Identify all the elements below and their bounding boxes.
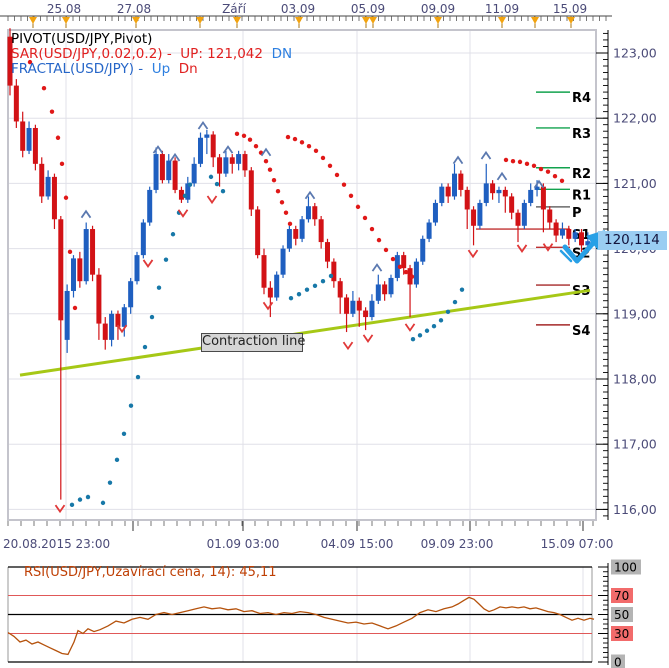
contraction-line-label[interactable]: Contraction line xyxy=(201,333,303,352)
legend-fractal-dn: Dn xyxy=(170,61,198,77)
svg-text:25.08: 25.08 xyxy=(47,2,81,16)
svg-text:100: 100 xyxy=(614,561,637,575)
legend-fractal-text: FRACTAL(USD/JPY) - xyxy=(11,61,152,77)
svg-text:122,00: 122,00 xyxy=(613,111,657,126)
legend-fractal-up: Up xyxy=(152,61,170,77)
svg-text:20.08.2015 23:00: 20.08.2015 23:00 xyxy=(3,537,110,551)
svg-text:R3: R3 xyxy=(572,127,591,142)
pivot-lines: R4R3R2R1PS1S2S3S4 xyxy=(476,91,591,339)
time-axis-top: 25.08 27.08 Září 03.09 05.09 09.09 11.09 15.09 xyxy=(0,2,612,28)
time-axis-bottom: 20.08.2015 23:00 01.09 03:00 04.09 15:00 09… xyxy=(3,521,613,551)
svg-text:S4: S4 xyxy=(572,324,590,339)
svg-text:04.09 15:00: 04.09 15:00 xyxy=(321,537,394,551)
svg-text:119,00: 119,00 xyxy=(613,306,657,321)
rsi-axis: 100 70 50 30 0 xyxy=(598,560,641,668)
fractals-layer xyxy=(56,123,553,512)
legend-pivot: PIVOT(USD/JPY,Pivot) xyxy=(11,32,152,47)
svg-text:15.09 07:00: 15.09 07:00 xyxy=(541,537,614,551)
svg-text:15.09: 15.09 xyxy=(553,2,587,16)
svg-text:0: 0 xyxy=(614,656,622,668)
sar-layer xyxy=(28,60,564,507)
price-axis: 123,00122,00121,00120,00119,00118,00117,… xyxy=(596,30,657,520)
svg-text:118,00: 118,00 xyxy=(613,372,657,387)
svg-text:R1: R1 xyxy=(572,188,591,203)
svg-text:09.09 23:00: 09.09 23:00 xyxy=(421,537,494,551)
rsi-legend: RSI(USD/JPY,Uzavírací cena, 14): 45,11 xyxy=(24,565,277,580)
svg-text:121,00: 121,00 xyxy=(613,176,657,191)
svg-text:116,00: 116,00 xyxy=(613,502,657,517)
legend-fractal: FRACTAL(USD/JPY) - Up Dn xyxy=(11,62,198,77)
rsi-panel xyxy=(8,567,594,662)
svg-text:05.09: 05.09 xyxy=(351,2,385,16)
svg-text:11.09: 11.09 xyxy=(485,2,519,16)
legend-sar: SAR(USD/JPY,0.02,0.2) - UP: 121,042 DN xyxy=(11,47,292,62)
legend-sar-text: SAR(USD/JPY,0.02,0.2) - UP: 121,042 xyxy=(11,46,272,62)
svg-text:R4: R4 xyxy=(572,91,591,106)
current-price-tag: 120,114 xyxy=(598,231,667,250)
svg-text:123,00: 123,00 xyxy=(613,46,657,61)
svg-text:70: 70 xyxy=(614,589,629,603)
svg-text:27.08: 27.08 xyxy=(117,2,151,16)
legend-sar-dn: DN xyxy=(272,46,293,62)
svg-text:117,00: 117,00 xyxy=(613,437,657,452)
svg-text:Září: Září xyxy=(222,2,247,16)
svg-text:50: 50 xyxy=(614,608,629,622)
svg-text:01.09 03:00: 01.09 03:00 xyxy=(207,537,280,551)
svg-text:30: 30 xyxy=(614,627,629,641)
svg-text:03.09: 03.09 xyxy=(281,2,315,16)
svg-text:09.09: 09.09 xyxy=(421,2,455,16)
candles-layer xyxy=(8,28,591,499)
trading-chart-window: R4R3R2R1PS1S2S3S425.0827.08Září03.0905.0… xyxy=(0,0,669,668)
svg-text:R2: R2 xyxy=(572,167,591,182)
svg-text:P: P xyxy=(572,206,582,221)
